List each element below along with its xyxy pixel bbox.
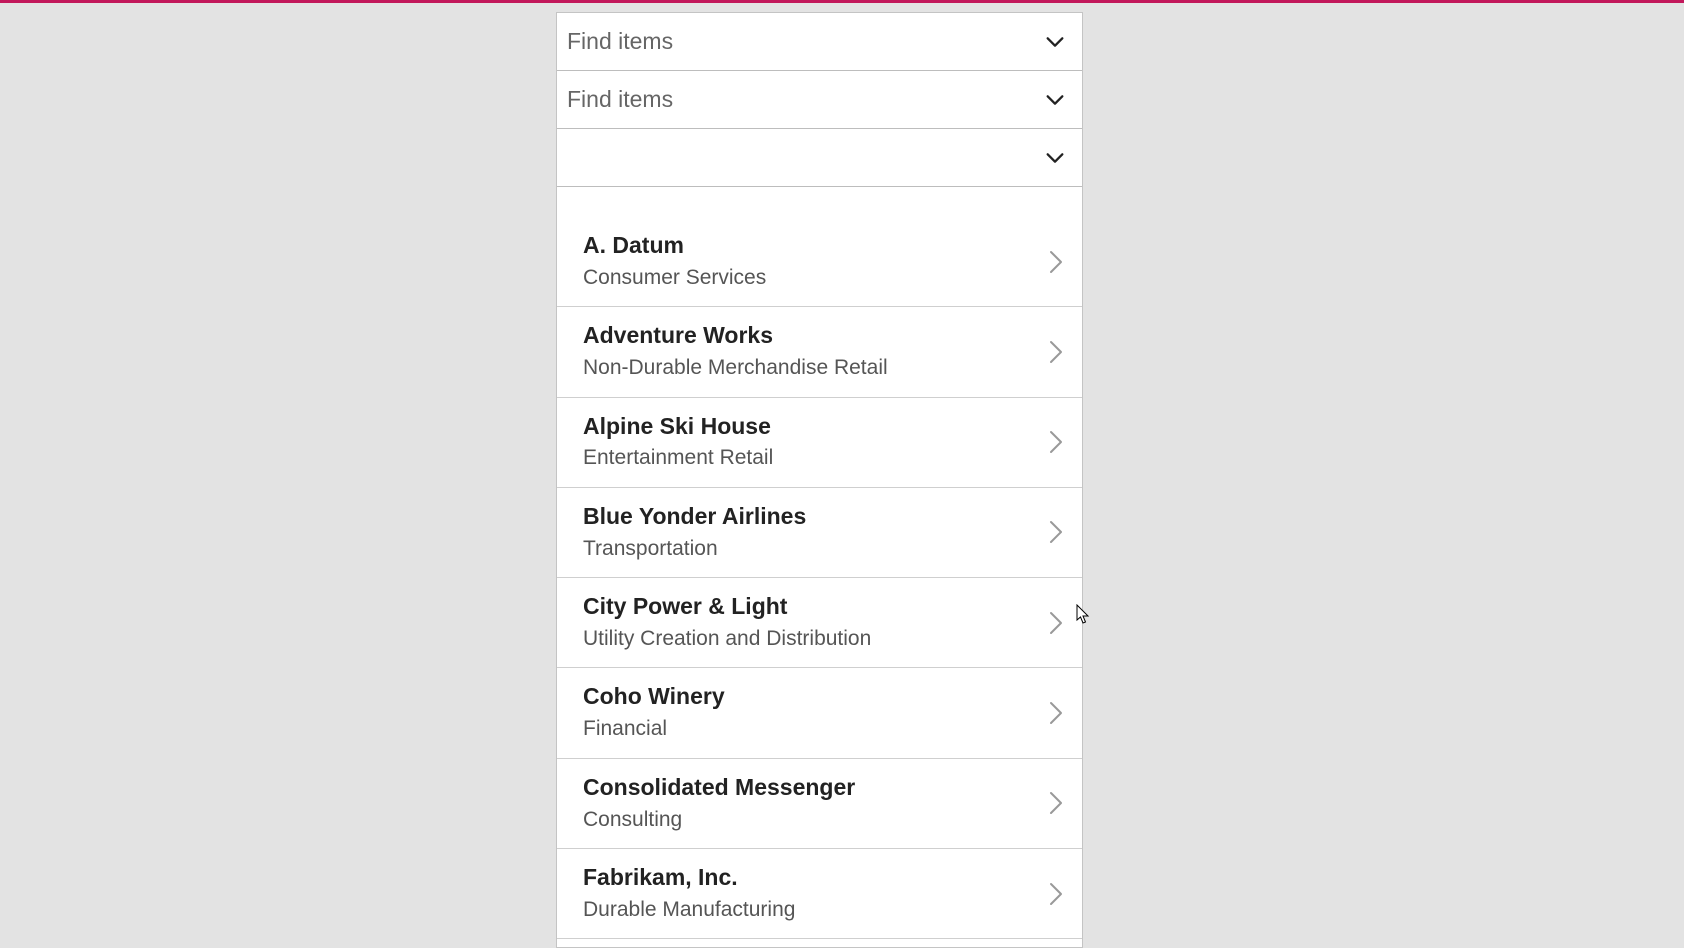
list-item[interactable]: Adventure WorksNon-Durable Merchandise R… [557, 307, 1082, 397]
list-item-title: Blue Yonder Airlines [583, 502, 1046, 532]
chevron-right-icon [1046, 428, 1066, 456]
list-item-subtitle: Consumer Services [583, 263, 1046, 292]
chevron-down-icon [1044, 147, 1066, 169]
chevron-right-icon [1046, 789, 1066, 817]
list-item-subtitle: Financial [583, 714, 1046, 743]
chevron-right-icon [1046, 518, 1066, 546]
list-item-title: A. Datum [583, 231, 1046, 261]
chevron-down-icon [1044, 31, 1066, 53]
app-panel: Find items Find items A. DatumConsumer S… [556, 12, 1083, 948]
find-items-dropdown-3[interactable] [557, 129, 1082, 187]
list-item-subtitle: Non-Durable Merchandise Retail [583, 353, 1046, 382]
list-item[interactable]: Coho WineryFinancial [557, 668, 1082, 758]
list-item[interactable]: City Power & LightUtility Creation and D… [557, 578, 1082, 668]
top-accent-bar [0, 0, 1684, 3]
list-item-subtitle: Durable Manufacturing [583, 895, 1046, 924]
list-item-content: Adventure WorksNon-Durable Merchandise R… [583, 321, 1046, 382]
list-item-content: Blue Yonder AirlinesTransportation [583, 502, 1046, 563]
list-item-title: Coho Winery [583, 682, 1046, 712]
find-items-dropdown-1[interactable]: Find items [557, 13, 1082, 71]
chevron-right-icon [1046, 248, 1066, 276]
list-item-title: Alpine Ski House [583, 412, 1046, 442]
chevron-right-icon [1046, 609, 1066, 637]
list-item-subtitle: Consulting [583, 805, 1046, 834]
chevron-right-icon [1046, 699, 1066, 727]
list-item-subtitle: Utility Creation and Distribution [583, 624, 1046, 653]
list-item-title: Consolidated Messenger [583, 773, 1046, 803]
list-item[interactable]: Consolidated MessengerConsulting [557, 759, 1082, 849]
list-item[interactable]: Blue Yonder AirlinesTransportation [557, 488, 1082, 578]
list-item-subtitle: Entertainment Retail [583, 443, 1046, 472]
list-item-content: Coho WineryFinancial [583, 682, 1046, 743]
list-item-content: A. DatumConsumer Services [583, 231, 1046, 292]
list-item[interactable]: Fabrikam, Inc.Durable Manufacturing [557, 849, 1082, 939]
list-item-title: Fabrikam, Inc. [583, 863, 1046, 893]
list-item-title: City Power & Light [583, 592, 1046, 622]
list-item-content: City Power & LightUtility Creation and D… [583, 592, 1046, 653]
chevron-right-icon [1046, 338, 1066, 366]
list-item-content: Alpine Ski HouseEntertainment Retail [583, 412, 1046, 473]
list-item-content: Fabrikam, Inc.Durable Manufacturing [583, 863, 1046, 924]
chevron-right-icon [1046, 880, 1066, 908]
dropdown-placeholder: Find items [567, 86, 1044, 113]
list-item[interactable]: Fourth Coffee [557, 939, 1082, 947]
find-items-dropdown-2[interactable]: Find items [557, 71, 1082, 129]
list-item[interactable]: A. DatumConsumer Services [557, 217, 1082, 307]
list-container[interactable]: A. DatumConsumer Services Adventure Works… [557, 187, 1082, 947]
list-item[interactable]: Alpine Ski HouseEntertainment Retail [557, 398, 1082, 488]
list-item-title: Adventure Works [583, 321, 1046, 351]
list-item-subtitle: Transportation [583, 534, 1046, 563]
chevron-down-icon [1044, 89, 1066, 111]
list-item-content: Consolidated MessengerConsulting [583, 773, 1046, 834]
dropdown-placeholder: Find items [567, 28, 1044, 55]
